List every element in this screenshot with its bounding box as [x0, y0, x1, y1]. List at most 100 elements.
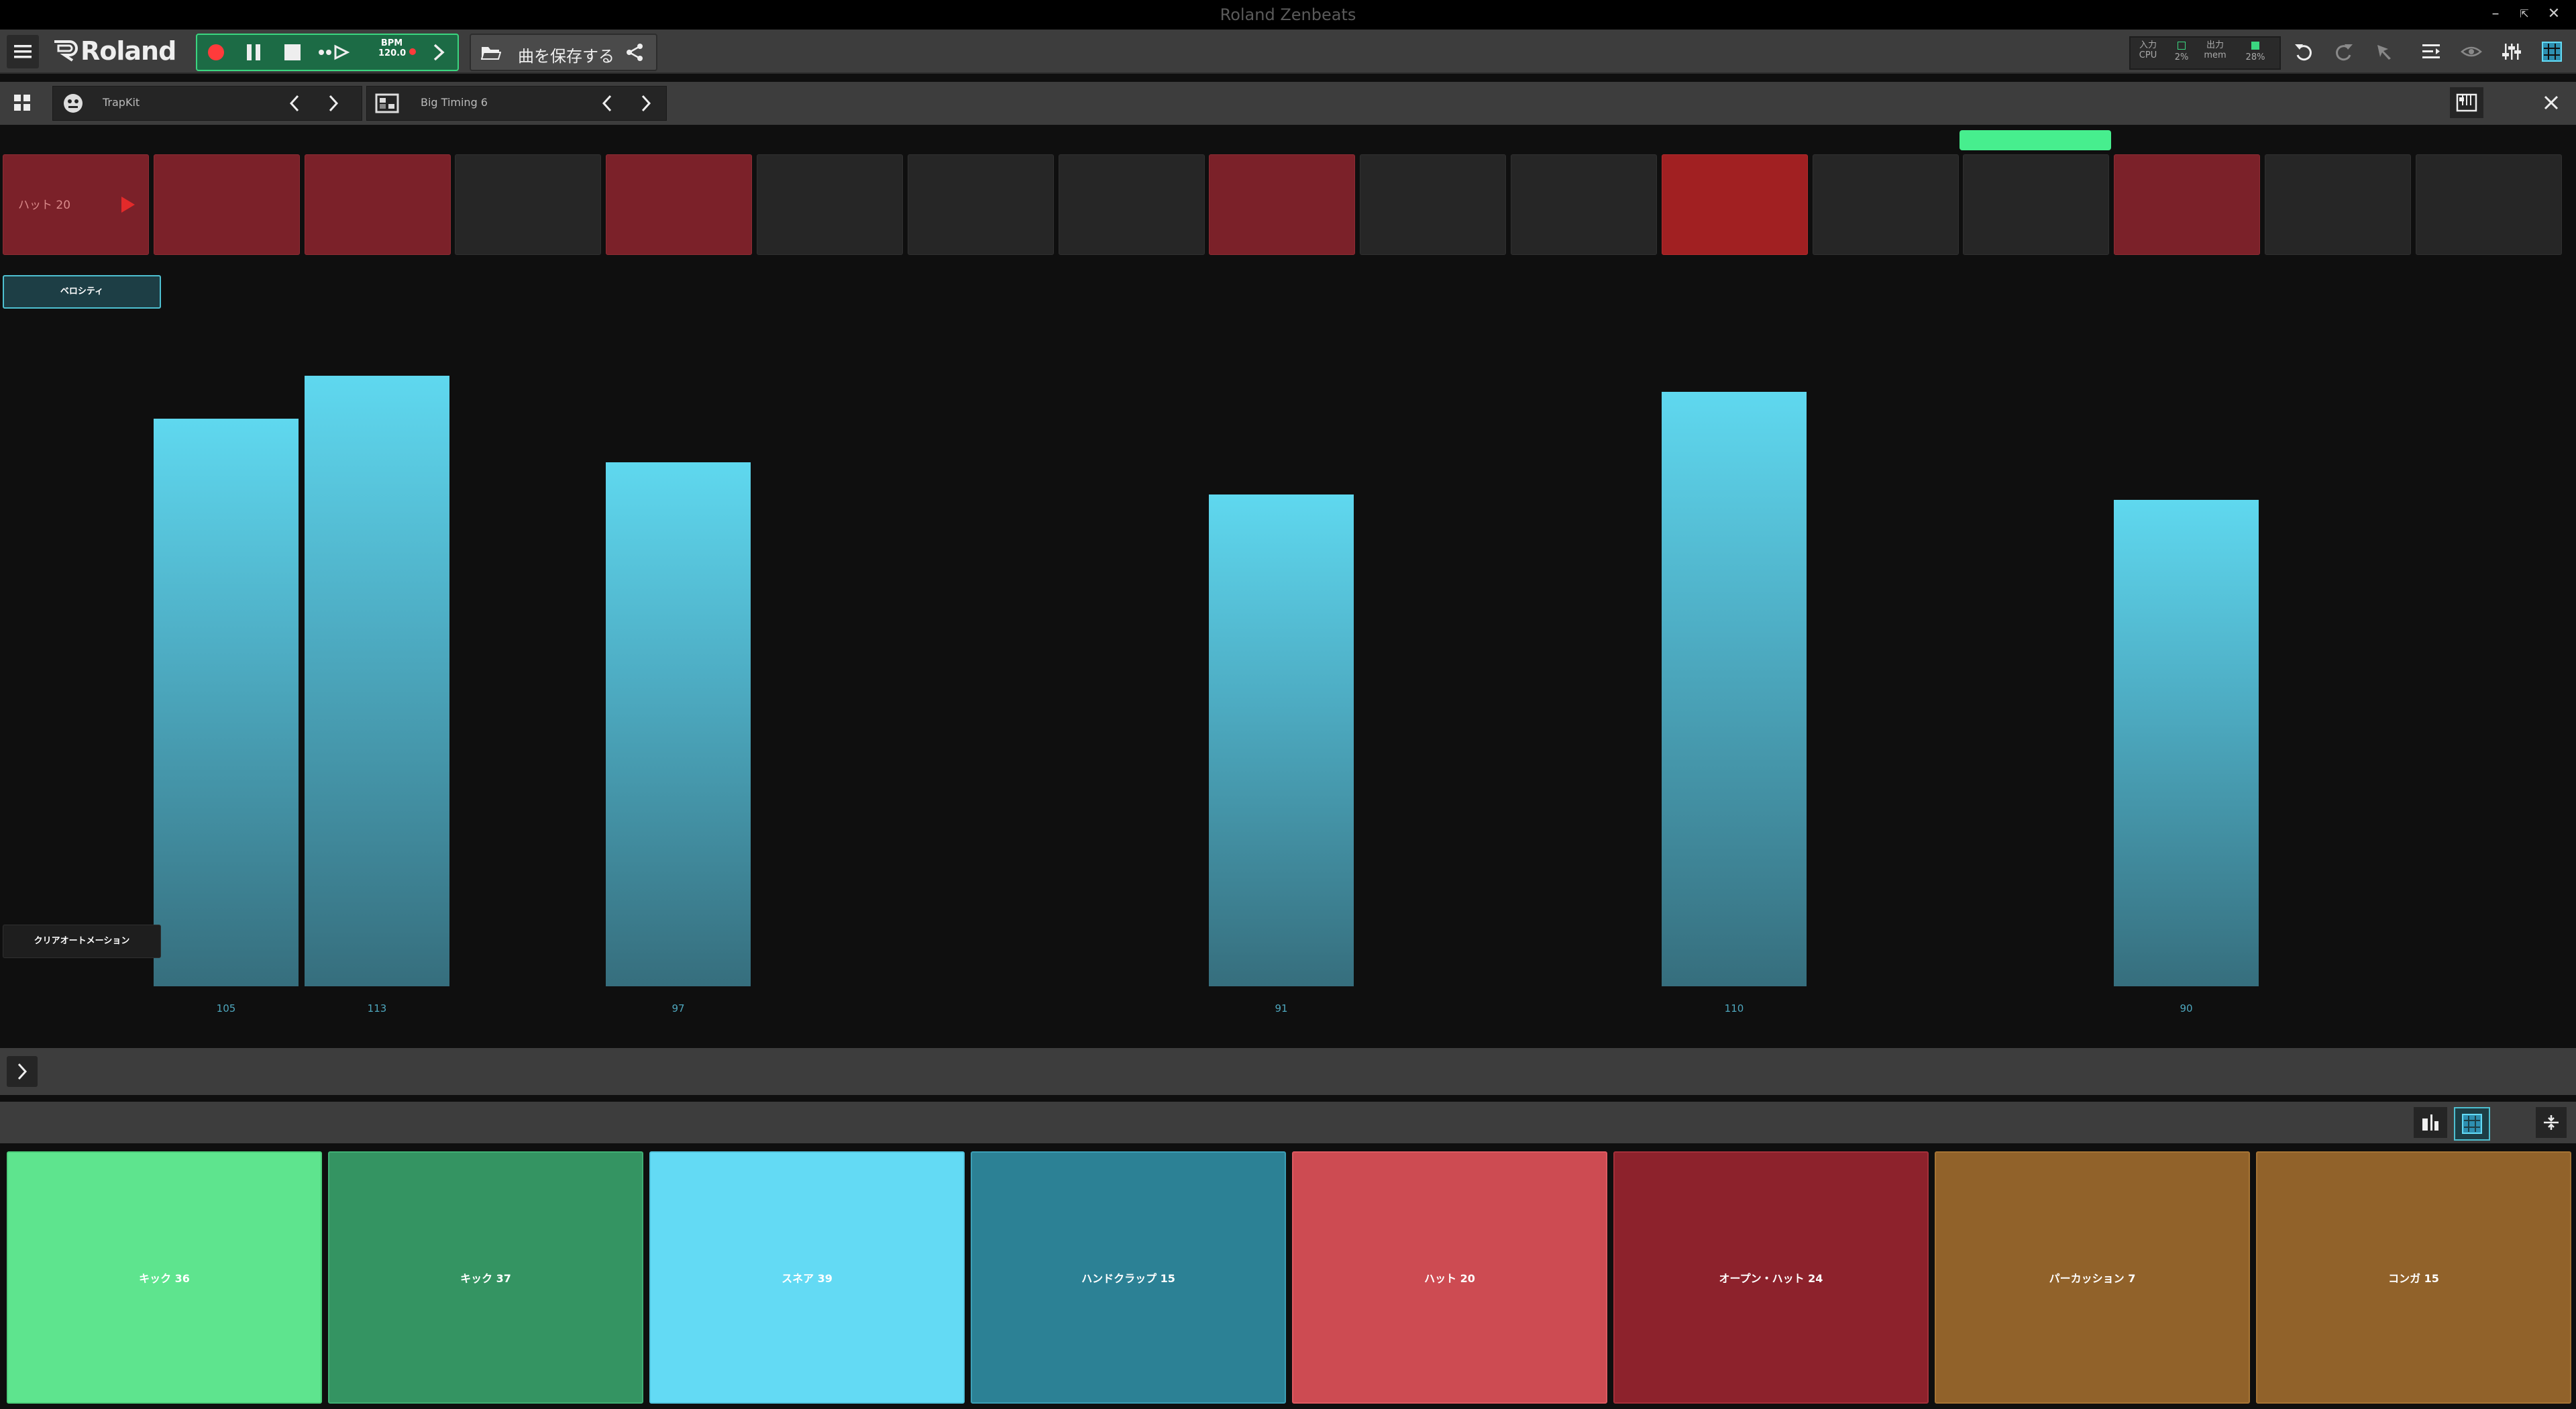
grid-icon	[14, 95, 30, 111]
chevron-right-icon	[17, 1063, 28, 1080]
velocity-bar[interactable]	[606, 462, 751, 986]
mixer-button[interactable]	[2496, 36, 2528, 67]
restore-button[interactable]: ⇱	[2514, 3, 2534, 25]
menu-button[interactable]	[7, 35, 39, 68]
velocity-bar[interactable]	[305, 376, 449, 986]
clear-automation-button[interactable]: クリアオートメーション	[3, 925, 161, 958]
step-button[interactable]	[1511, 154, 1657, 255]
velocity-mode-button[interactable]: ベロシティ	[3, 275, 161, 309]
drum-pad[interactable]: パーカッション 7	[1935, 1151, 2250, 1404]
pattern-next-button[interactable]	[634, 91, 658, 116]
loop-play-button[interactable]	[315, 38, 353, 67]
pattern-icon	[375, 93, 399, 113]
drum-pad[interactable]: キック 37	[328, 1151, 643, 1404]
expand-button[interactable]	[7, 1056, 38, 1087]
step-button[interactable]	[1662, 154, 1808, 255]
kit-selector[interactable]: TrapKit	[52, 86, 362, 121]
record-button[interactable]	[201, 38, 231, 67]
step-button[interactable]	[154, 154, 300, 255]
step-button[interactable]	[455, 154, 601, 255]
metronome-indicator	[409, 48, 416, 55]
step-button[interactable]	[1963, 154, 2109, 255]
kit-prev-button[interactable]	[282, 91, 307, 116]
pattern-selector[interactable]: Big Timing 6	[366, 86, 667, 121]
step-button[interactable]	[1059, 154, 1205, 255]
undo-button[interactable]	[2288, 36, 2320, 67]
select-tool-button[interactable]	[2368, 36, 2400, 67]
pause-button[interactable]	[239, 38, 268, 67]
bpm-display[interactable]: BPM 120.0	[378, 38, 407, 58]
step-button[interactable]	[2265, 154, 2411, 255]
transport-expand-button[interactable]	[424, 38, 453, 67]
chevron-left-icon	[602, 95, 612, 112]
velocity-bar[interactable]	[154, 419, 299, 986]
close-window-button[interactable]: ✕	[2544, 3, 2564, 25]
editor-settings-button[interactable]	[2450, 87, 2483, 118]
pad-levels-button[interactable]	[2414, 1107, 2447, 1138]
drum-pad[interactable]: スネア 39	[649, 1151, 965, 1404]
track-label: ハット 20	[18, 199, 71, 212]
pattern-name: Big Timing 6	[421, 96, 488, 109]
pad-label: キック 37	[460, 1272, 511, 1285]
step-button[interactable]	[757, 154, 903, 255]
step-button[interactable]: ハット 20	[3, 154, 149, 255]
step-button[interactable]	[1813, 154, 1959, 255]
step-button[interactable]	[606, 154, 752, 255]
pad-label: オープン・ハット 24	[1719, 1272, 1823, 1285]
bpm-label: BPM	[380, 38, 403, 48]
drum-pad[interactable]: オープン・ハット 24	[1613, 1151, 1929, 1404]
stop-button[interactable]	[278, 38, 307, 67]
loop-play-icon	[319, 44, 350, 60]
pattern-prev-button[interactable]	[595, 91, 619, 116]
drum-pad[interactable]: ハンドクラップ 15	[971, 1151, 1286, 1404]
bpm-value: 120.0	[378, 48, 407, 58]
pad-grid-button[interactable]	[2454, 1107, 2490, 1141]
hamburger-icon	[14, 45, 32, 58]
step-button[interactable]	[1209, 154, 1355, 255]
playhead-indicator	[1960, 130, 2111, 150]
redo-button[interactable]	[2328, 36, 2360, 67]
roland-r-icon	[54, 40, 78, 62]
close-editor-button[interactable]	[2536, 87, 2567, 118]
track-view-button[interactable]	[2415, 36, 2447, 67]
view-button[interactable]	[2455, 36, 2487, 67]
velocity-bar[interactable]	[1662, 392, 1807, 986]
save-song-button[interactable]: 曲を保存する	[518, 43, 614, 66]
cpu-value: 2%	[2174, 52, 2189, 62]
grid-menu-button[interactable]	[7, 87, 38, 118]
pad-view-button[interactable]	[2536, 36, 2568, 67]
velocity-bar[interactable]	[1209, 494, 1354, 986]
velocity-value-label: 91	[1275, 1002, 1288, 1014]
chevron-left-icon	[289, 95, 299, 112]
step-button[interactable]	[305, 154, 451, 255]
chevron-right-icon	[433, 44, 445, 61]
input-meter	[2178, 42, 2186, 50]
share-button[interactable]	[620, 38, 649, 67]
minimize-button[interactable]: –	[2485, 3, 2506, 25]
velocity-lane[interactable]: 105 113 97 91 110 90	[0, 322, 2576, 1014]
pad-label: コンガ 15	[2388, 1272, 2439, 1285]
file-panel: 曲を保存する	[470, 34, 657, 71]
drum-pad[interactable]: キック 36	[7, 1151, 322, 1404]
drum-pad[interactable]: コンガ 15	[2256, 1151, 2571, 1404]
pause-icon	[247, 44, 260, 60]
open-button[interactable]	[476, 38, 506, 67]
drum-pad[interactable]: ハット 20	[1292, 1151, 1607, 1404]
step-button[interactable]	[2416, 154, 2562, 255]
grid-active-icon	[2542, 42, 2562, 62]
pad-resize-button[interactable]	[2536, 1107, 2567, 1138]
step-button[interactable]	[2114, 154, 2260, 255]
velocity-bar[interactable]	[2114, 500, 2259, 986]
close-icon	[2544, 95, 2559, 110]
redo-icon	[2336, 44, 2353, 61]
cpu-label: CPU	[2139, 50, 2157, 60]
levels-icon	[2422, 1114, 2438, 1131]
kit-next-button[interactable]	[321, 91, 345, 116]
step-button[interactable]	[908, 154, 1054, 255]
record-icon	[208, 44, 224, 60]
step-button[interactable]	[1360, 154, 1506, 255]
input-label: 入力	[2139, 40, 2157, 50]
chevron-right-icon	[329, 95, 339, 112]
velocity-value-label: 105	[216, 1002, 236, 1014]
expand-bar	[0, 1048, 2576, 1095]
